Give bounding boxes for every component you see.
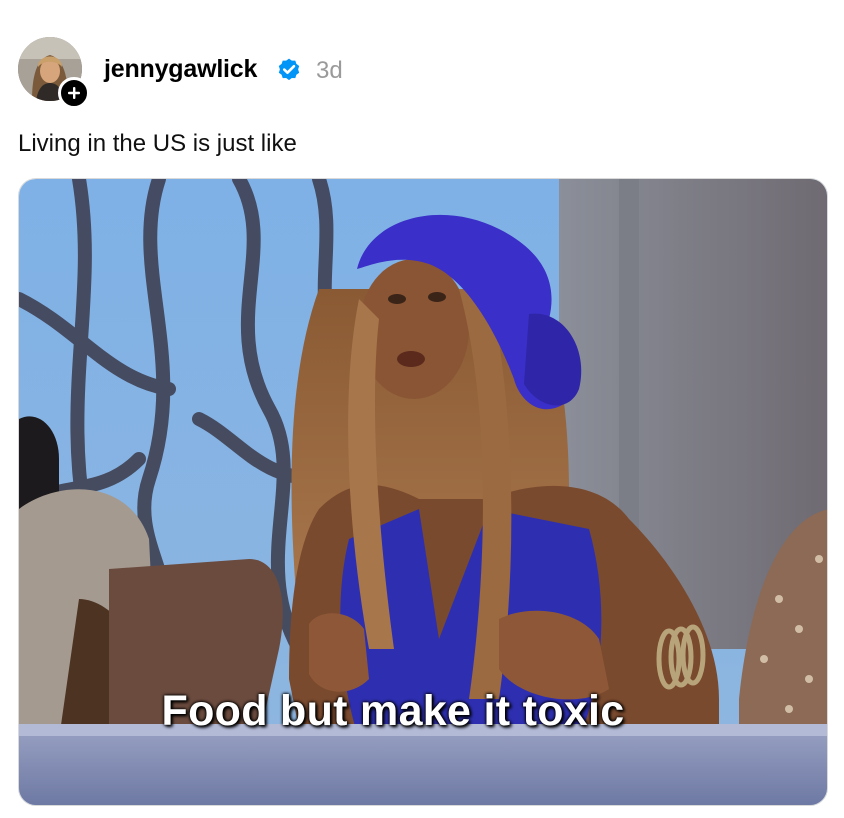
post-card: jennygawlick 3d Living in the US is just… xyxy=(0,0,844,818)
post-timestamp[interactable]: 3d xyxy=(316,56,343,86)
follow-button[interactable] xyxy=(58,77,90,109)
verified-badge-icon xyxy=(278,58,300,81)
meme-caption-text: Food but make it toxic xyxy=(161,687,625,735)
username[interactable]: jennygawlick xyxy=(104,54,257,84)
post-image[interactable]: Food but make it toxic xyxy=(18,178,828,806)
post-caption: Living in the US is just like xyxy=(18,130,297,157)
avatar-container[interactable] xyxy=(18,37,90,109)
plus-icon xyxy=(68,87,80,99)
